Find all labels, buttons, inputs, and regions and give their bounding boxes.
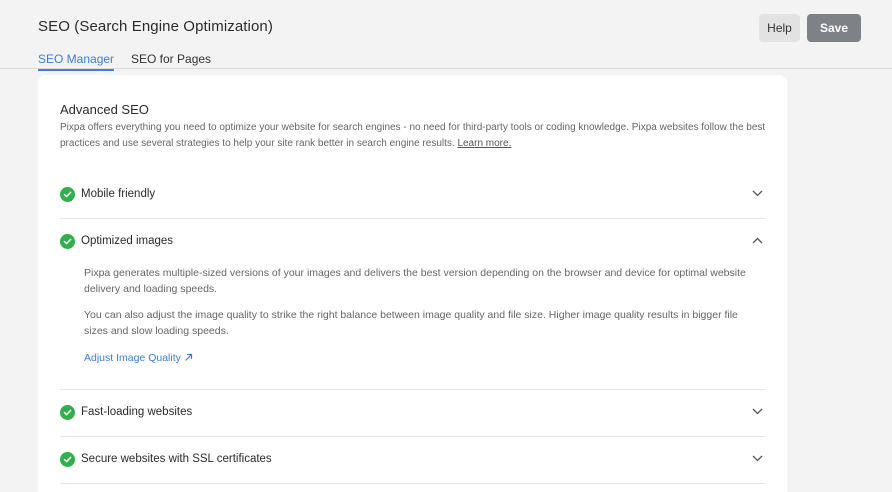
accordion-item-fast-loading[interactable]: Fast-loading websites — [60, 390, 765, 437]
content-paragraph: You can also adjust the image quality to… — [84, 309, 738, 337]
section-description-text: Pixpa offers everything you need to opti… — [60, 122, 766, 149]
chevron-down-icon[interactable] — [752, 455, 763, 462]
content-paragraph: Pixpa generates multiple-sized versions … — [84, 267, 746, 295]
chevron-up-icon[interactable] — [752, 237, 763, 244]
check-circle-icon — [60, 234, 75, 249]
adjust-image-quality-label: Adjust Image Quality — [84, 352, 181, 364]
accordion-item-label: Fast-loading websites — [81, 406, 193, 418]
accordion-item-mobile-friendly[interactable]: Mobile friendly — [60, 172, 765, 219]
accordion-item-label: Optimized images — [81, 235, 174, 247]
accordion-item-ssl[interactable]: Secure websites with SSL certificates — [60, 437, 765, 484]
optimized-images-content: Pixpa generates multiple-sized versions … — [84, 266, 764, 367]
chevron-down-icon[interactable] — [752, 190, 763, 197]
accordion-item-label: Mobile friendly — [81, 188, 156, 200]
accordion-item-label: Secure websites with SSL certificates — [81, 453, 272, 465]
section-title: Advanced SEO — [60, 102, 149, 117]
top-bar: SEO (Search Engine Optimization) Help Sa… — [0, 0, 892, 71]
section-description: Pixpa offers everything you need to opti… — [60, 120, 770, 151]
chevron-down-icon[interactable] — [752, 408, 763, 415]
check-circle-icon — [60, 452, 75, 467]
help-button[interactable]: Help — [759, 14, 800, 42]
adjust-image-quality-link[interactable]: Adjust Image Quality — [84, 351, 193, 367]
external-arrow-icon — [184, 353, 192, 361]
learn-more-link[interactable]: Learn more. — [457, 138, 511, 149]
save-button[interactable]: Save — [807, 14, 861, 42]
tab-seo-manager[interactable]: SEO Manager — [38, 52, 115, 71]
page-title: SEO (Search Engine Optimization) — [38, 18, 273, 35]
check-circle-icon — [60, 405, 75, 420]
tab-seo-for-pages[interactable]: SEO for Pages — [131, 52, 211, 69]
check-circle-icon — [60, 187, 75, 202]
advanced-seo-card: Advanced SEO Pixpa offers everything you… — [38, 75, 787, 492]
